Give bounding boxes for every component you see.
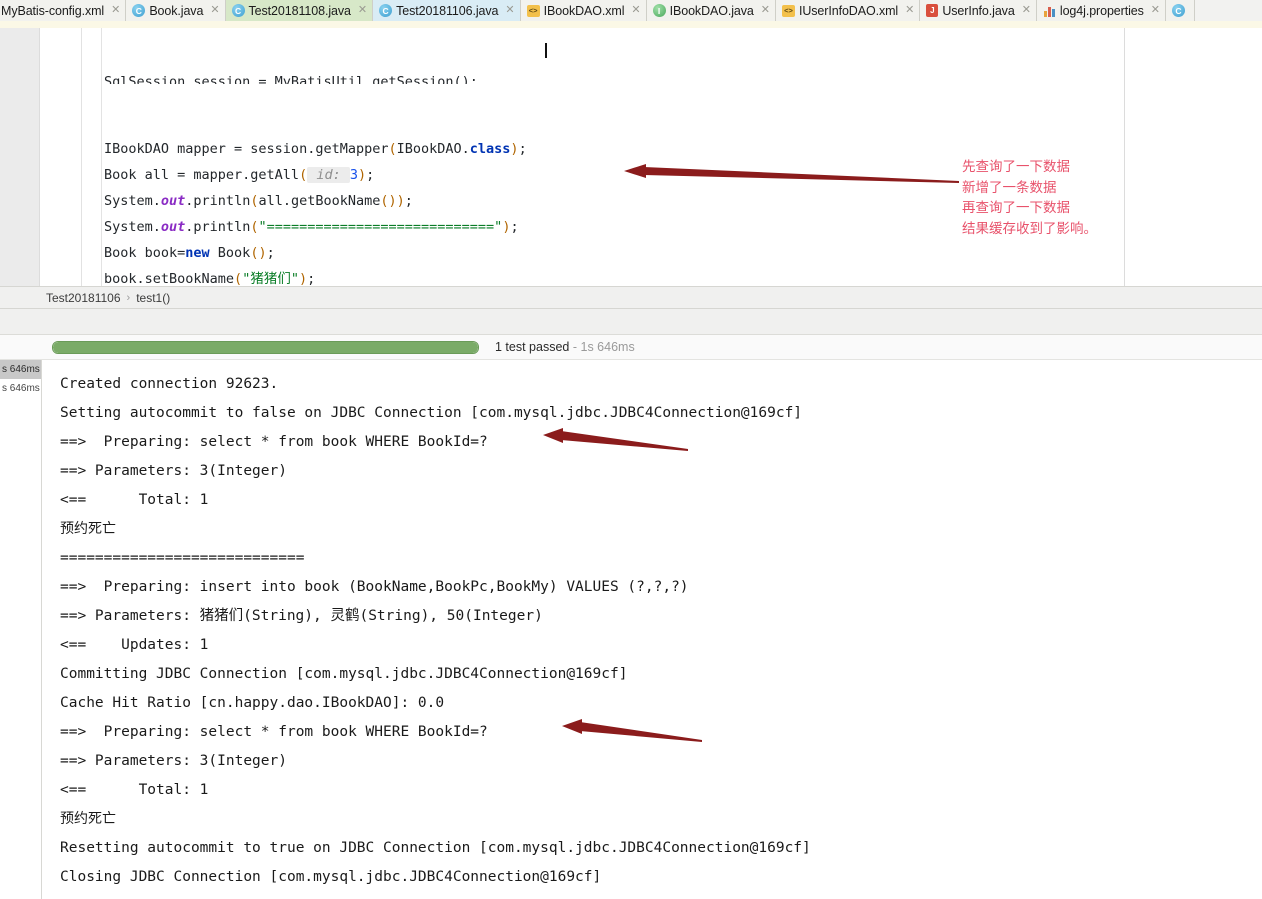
console-line: Created connection 92623. [60, 376, 279, 392]
close-icon[interactable]: ✕ [210, 5, 219, 16]
line-new-book: Book book=new Book(); [104, 245, 275, 261]
editor-tab-userinfo-java[interactable]: J UserInfo.java ✕ [920, 0, 1037, 21]
editor-tab-label: log4j.properties [1059, 3, 1144, 18]
editor-tab-iuserinfodao-xml[interactable]: <> IUserInfoDAO.xml ✕ [775, 0, 921, 21]
editor-tab-book-java[interactable]: C Book.java ✕ [126, 0, 226, 21]
editor-tab-log4j-properties[interactable]: log4j.properties ✕ [1036, 0, 1166, 21]
breadcrumb-class[interactable]: Test20181106 [46, 291, 121, 305]
editor-right-margin [1124, 28, 1262, 286]
properties-file-icon [1043, 4, 1056, 17]
console-line: Resetting autocommit to true on JDBC Con… [60, 840, 811, 856]
test-status-row: 1 test passed - 1s 646ms [0, 335, 1262, 360]
console-output[interactable]: Created connection 92623. Setting autocom… [41, 360, 1262, 899]
java-interface-icon: I [652, 4, 666, 17]
editor-tab-ibookdao-java[interactable]: I IBookDAO.java ✕ [646, 0, 776, 21]
console-line: Closing JDBC Connection [com.mysql.jdbc.… [60, 869, 602, 885]
java-class-icon: C [132, 4, 146, 17]
test-status-main: 1 test passed [495, 340, 570, 354]
editor-gutter-folding[interactable] [82, 28, 102, 286]
java-class-icon: C [379, 4, 393, 17]
editor-highlight-stripe [0, 21, 1262, 28]
editor-gutter-linenumbers [40, 28, 82, 286]
console-line: ==> Parameters: 3(Integer) [60, 753, 287, 769]
editor-tab-label: MyBatis-config.xml [1, 3, 105, 18]
console-line: <== Total: 1 [60, 782, 209, 798]
annotation-line-2: 新增了一条数据 [962, 179, 1057, 196]
red-annotation-text: 先查询了一下数据 新增了一条数据 再查询了一下数据结果缓存收到了影响。 [962, 157, 1097, 239]
close-icon[interactable]: ✕ [358, 5, 367, 16]
test-runner-toolbar[interactable] [0, 309, 1262, 335]
console-line: ==> Parameters: 猪猪们(String), 灵鹤(String),… [60, 608, 543, 624]
breadcrumb-separator-icon: › [126, 291, 131, 304]
editor-tab-test20181106-java[interactable]: C Test20181106.java ✕ [373, 0, 521, 21]
close-icon[interactable]: ✕ [631, 5, 640, 16]
editor-tab-label: Test20181106.java [396, 3, 499, 18]
console-line: ============================ [60, 550, 305, 566]
java-class-icon: C [231, 4, 245, 17]
console-line: ==> Preparing: select * from book WHERE … [60, 434, 488, 450]
annotation-line-4: 结果缓存收到了影响。 [962, 220, 1097, 237]
console-line: 预约死亡 [60, 811, 116, 827]
test-tree-fragment[interactable]: s 646ms s 646ms [0, 360, 41, 400]
annotation-line-1: 先查询了一下数据 [962, 159, 1070, 175]
test-status-dash: - [572, 340, 578, 354]
editor-tab-extra[interactable]: C [1166, 0, 1195, 21]
code-editor[interactable]: SqlSession session = MyBatisUtil.getSess… [0, 21, 1262, 286]
editor-tab-label: Book.java [149, 3, 204, 18]
editor-gutter-markers[interactable] [0, 28, 40, 286]
test-runner-panel: 1 test passed - 1s 646ms s 646ms s 646ms … [0, 309, 1262, 899]
editor-tab-label: Test20181108.java [248, 3, 351, 18]
line-set-name: book.setBookName("猪猪们"); [104, 271, 316, 286]
close-icon[interactable]: ✕ [1151, 5, 1160, 16]
console-line: ==> Parameters: 3(Integer) [60, 463, 287, 479]
console-line: Returned connection 92623 to pool. [60, 892, 1262, 899]
close-icon[interactable]: ✕ [505, 5, 514, 16]
editor-tab-label: IUserInfoDAO.xml [798, 3, 899, 18]
test-tree-item[interactable]: s 646ms [0, 379, 41, 398]
close-icon[interactable]: ✕ [111, 5, 120, 16]
editor-tab-mybatis-config-xml[interactable]: <>MyBatis-config.xml✕ [0, 0, 127, 21]
console-line: 预约死亡 [60, 521, 116, 537]
annotation-line-3: 再查询了一下数据 [962, 200, 1070, 216]
console-line: Setting autocommit to false on JDBC Conn… [60, 405, 803, 421]
test-status-text: 1 test passed - 1s 646ms [495, 340, 635, 354]
console-line: <== Total: 1 [60, 492, 209, 508]
test-status-duration: 1s 646ms [580, 340, 635, 354]
breadcrumb[interactable]: Test20181106 › test1() [0, 286, 1262, 309]
editor-tab-label: IBookDAO.java [669, 3, 754, 18]
test-progress-bar [52, 340, 479, 354]
editor-tab-ibookdao-xml[interactable]: <> IBookDAO.xml ✕ [520, 0, 647, 21]
console-line: Cache Hit Ratio [cn.happy.dao.IBookDAO]:… [60, 695, 445, 711]
editor-tab-label: UserInfo.java [942, 3, 1015, 18]
close-icon[interactable]: ✕ [905, 5, 914, 16]
editor-tab-test20181108-java[interactable]: C Test20181108.java ✕ [225, 0, 374, 21]
test-tree-item[interactable]: s 646ms [0, 360, 41, 379]
code-line-clipped: SqlSession session = MyBatisUtil.getSess… [104, 74, 478, 84]
console-line: ==> Preparing: insert into book (BookNam… [60, 579, 689, 595]
java-file-icon: J [926, 4, 939, 17]
console-line: Committing JDBC Connection [com.mysql.jd… [60, 666, 628, 682]
editor-tab-bar[interactable]: <>MyBatis-config.xml✕CBook.java✕CTest201… [0, 0, 1262, 22]
xml-file-icon: <> [526, 4, 540, 17]
breadcrumb-method[interactable]: test1() [136, 291, 170, 305]
xml-file-icon: <> [781, 4, 795, 17]
close-icon[interactable]: ✕ [1022, 5, 1031, 16]
close-icon[interactable]: ✕ [761, 5, 770, 16]
console-line: ==> Preparing: select * from book WHERE … [60, 724, 488, 740]
text-caret [545, 43, 547, 58]
test-progress-fill [53, 341, 478, 353]
console-line: <== Updates: 1 [60, 637, 209, 653]
java-class-icon: C [1172, 4, 1185, 17]
editor-tab-label: IBookDAO.xml [543, 3, 625, 18]
